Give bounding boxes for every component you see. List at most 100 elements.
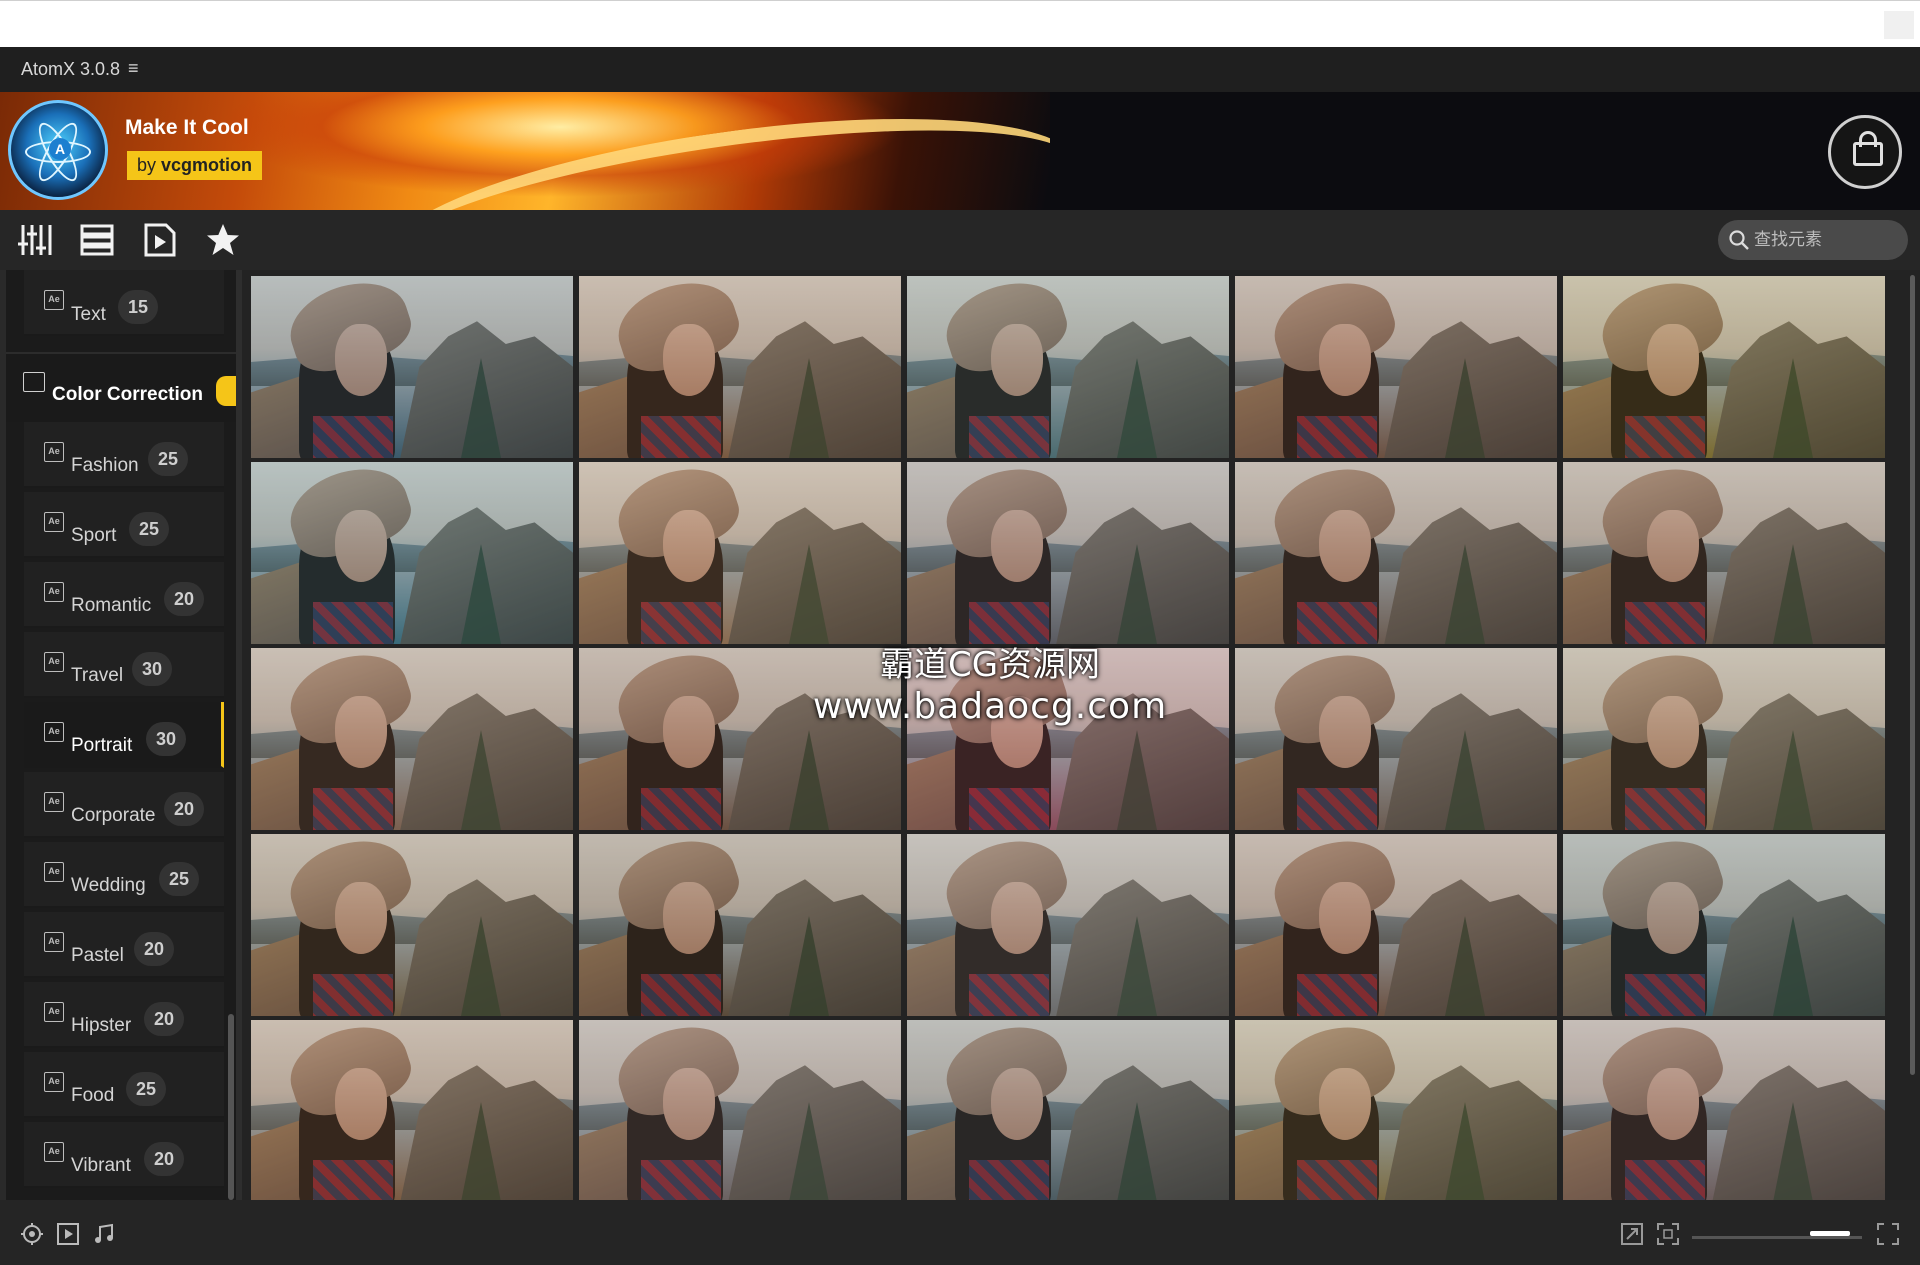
preset-thumbnail[interactable]	[907, 834, 1229, 1016]
search-input[interactable]	[1754, 228, 1899, 252]
sidebar-item-text[interactable]: Ae Text 15	[24, 270, 224, 336]
ae-file-icon: Ae	[44, 652, 64, 672]
sidebar-item-portrait[interactable]: Ae Portrait 30	[24, 702, 224, 768]
sidebar-item-count: 30	[132, 652, 172, 686]
ae-file-icon: Ae	[44, 792, 64, 812]
preset-grid	[236, 270, 1920, 1202]
sidebar-item-vibrant[interactable]: Ae Vibrant 20	[24, 1122, 224, 1188]
sidebar-item-count: 25	[148, 442, 188, 476]
browser-top-strip	[0, 0, 1920, 47]
ae-file-icon: Ae	[44, 1002, 64, 1022]
target-icon[interactable]	[20, 1222, 44, 1246]
preset-thumbnail[interactable]	[251, 1020, 573, 1202]
preset-thumbnail[interactable]	[1563, 1020, 1885, 1202]
main-toolbar	[0, 210, 1920, 270]
preset-thumbnail[interactable]	[907, 1020, 1229, 1202]
sidebar-item-count: 25	[159, 862, 199, 896]
hamburger-icon[interactable]: ≡	[128, 58, 139, 79]
list-view-icon[interactable]	[79, 222, 115, 258]
preset-thumbnail[interactable]	[1235, 462, 1557, 644]
search-icon	[1729, 230, 1749, 250]
sidebar-category-color-correction[interactable]: Color Correction	[6, 352, 236, 422]
ae-file-icon: Ae	[44, 1142, 64, 1162]
expand-icon[interactable]	[1620, 1222, 1644, 1246]
star-icon[interactable]	[205, 222, 241, 258]
preset-thumbnail[interactable]	[579, 276, 901, 458]
preset-thumbnail[interactable]	[579, 648, 901, 830]
sidebar-item-label: Vibrant	[71, 1155, 131, 1176]
preset-thumbnail[interactable]	[251, 462, 573, 644]
preset-thumbnail[interactable]	[1563, 462, 1885, 644]
sidebar-item-label: Travel	[71, 665, 124, 686]
music-note-icon[interactable]	[92, 1222, 116, 1246]
preset-thumbnail[interactable]	[1235, 648, 1557, 830]
window-close-button[interactable]	[1884, 11, 1914, 39]
sidebar-item-label: Romantic	[71, 595, 152, 616]
sidebar-item-sport[interactable]: Ae Sport 25	[24, 492, 224, 558]
preset-thumbnail[interactable]	[579, 1020, 901, 1202]
search-box[interactable]	[1718, 220, 1908, 260]
preset-thumbnail[interactable]	[1563, 648, 1885, 830]
sliders-icon[interactable]	[17, 222, 53, 258]
sidebar-item-hipster[interactable]: Ae Hipster 20	[24, 982, 224, 1048]
sidebar-item-count: 20	[164, 792, 204, 826]
atomx-panel: AtomX 3.0.8 ≡ A Make It Cool by vcgmotio…	[0, 47, 1920, 1265]
category-sidebar: Ae Text 15 Color Correction Ae Fashion 25 A…	[0, 270, 236, 1200]
sidebar-item-label: Pastel	[71, 945, 124, 966]
preset-thumbnail[interactable]	[1563, 834, 1885, 1016]
sidebar-item-label: Fashion	[71, 455, 139, 476]
sidebar-item-label: Text	[71, 304, 106, 325]
preset-thumbnail[interactable]	[1235, 276, 1557, 458]
sidebar-item-romantic[interactable]: Ae Romantic 20	[24, 562, 224, 628]
ae-file-icon: Ae	[44, 1072, 64, 1092]
sidebar-item-label: Hipster	[71, 1015, 132, 1036]
video-preview-icon[interactable]	[56, 1222, 80, 1246]
sidebar-item-fashion[interactable]: Ae Fashion 25	[24, 422, 224, 488]
ae-file-icon: Ae	[44, 582, 64, 602]
preset-thumbnail[interactable]	[907, 276, 1229, 458]
play-file-icon[interactable]	[142, 222, 178, 258]
pack-author-badge[interactable]: by vcgmotion	[127, 151, 263, 180]
fit-icon[interactable]	[1656, 1222, 1680, 1246]
category-folder-icon	[23, 372, 45, 392]
preset-thumbnail[interactable]	[251, 648, 573, 830]
grid-scrollbar[interactable]	[1910, 275, 1915, 1075]
pack-author-name: vcgmotion	[161, 155, 253, 175]
sidebar-scrollbar[interactable]	[228, 1014, 234, 1200]
sidebar-item-count: 20	[164, 582, 204, 616]
shopping-bag-button[interactable]	[1828, 115, 1902, 189]
bottom-bar	[0, 1200, 1920, 1265]
preset-thumbnail[interactable]	[579, 834, 901, 1016]
category-active-marker	[216, 376, 236, 406]
preset-thumbnail[interactable]	[907, 648, 1229, 830]
ae-file-icon: Ae	[44, 862, 64, 882]
sidebar-item-food[interactable]: Ae Food 25	[24, 1052, 224, 1118]
sidebar-item-count: 25	[129, 512, 169, 546]
preset-thumbnail[interactable]	[251, 834, 573, 1016]
sidebar-item-wedding[interactable]: Ae Wedding 25	[24, 842, 224, 908]
app-title: AtomX 3.0.8	[21, 59, 121, 79]
sidebar-item-count: 20	[144, 1002, 184, 1036]
sidebar-item-count: 15	[118, 290, 158, 324]
zoom-slider-thumb[interactable]	[1810, 1231, 1850, 1236]
preset-thumbnail[interactable]	[1563, 276, 1885, 458]
sidebar-item-label: Portrait	[71, 735, 133, 756]
preset-thumbnail[interactable]	[1235, 1020, 1557, 1202]
pack-name: Make It Cool	[125, 116, 249, 139]
ae-file-icon: Ae	[44, 442, 64, 462]
sidebar-item-count: 20	[144, 1142, 184, 1176]
sidebar-item-label: Food	[71, 1085, 115, 1106]
preset-thumbnail[interactable]	[1235, 834, 1557, 1016]
preset-thumbnail[interactable]	[907, 462, 1229, 644]
category-label: Color Correction	[52, 384, 203, 405]
preset-thumbnail[interactable]	[579, 462, 901, 644]
fullscreen-icon[interactable]	[1876, 1222, 1900, 1246]
sidebar-item-count: 25	[126, 1072, 166, 1106]
atomx-logo[interactable]: A	[8, 100, 108, 200]
sidebar-item-travel[interactable]: Ae Travel 30	[24, 632, 224, 698]
sidebar-item-corporate[interactable]: Ae Corporate 20	[24, 772, 224, 838]
sidebar-item-pastel[interactable]: Ae Pastel 20	[24, 912, 224, 978]
zoom-slider-track[interactable]	[1692, 1236, 1862, 1239]
pack-banner: A Make It Cool by vcgmotion	[0, 92, 1920, 210]
preset-thumbnail[interactable]	[251, 276, 573, 458]
